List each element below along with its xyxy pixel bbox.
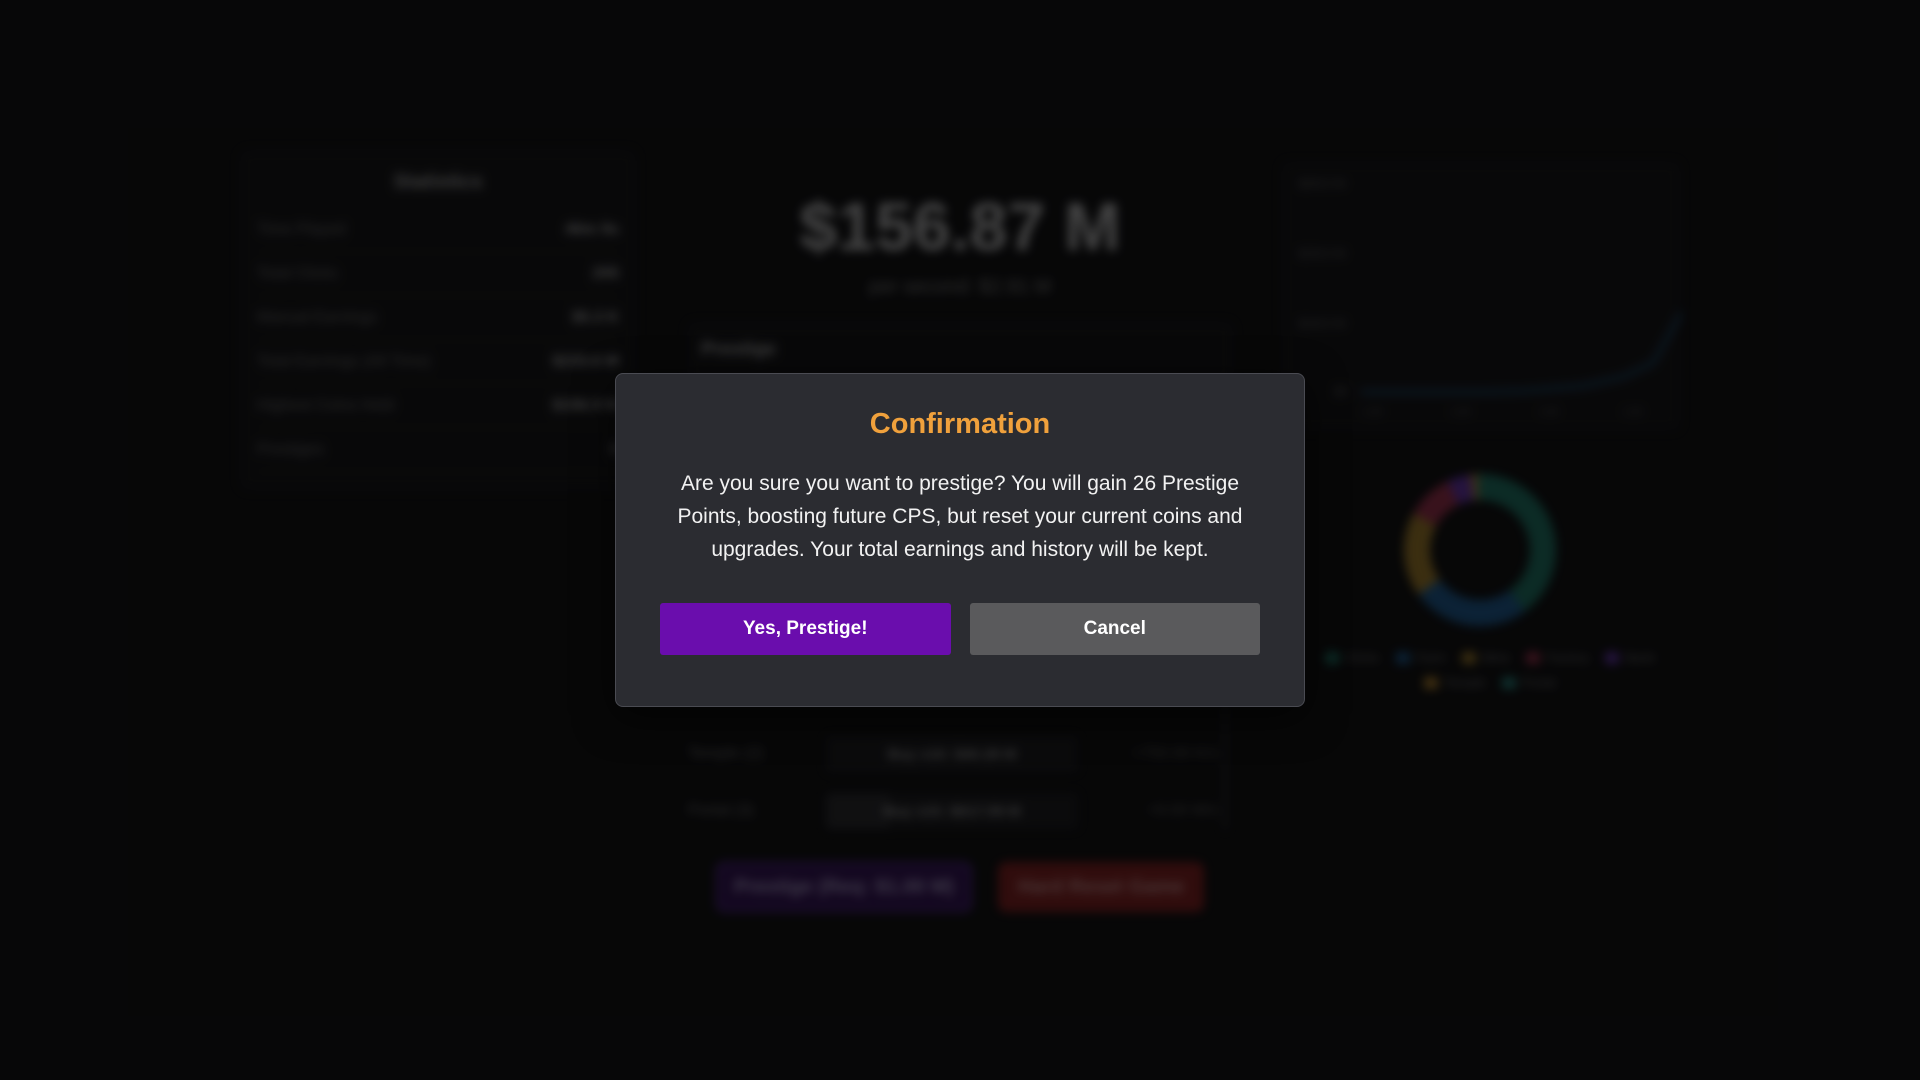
- cancel-button[interactable]: Cancel: [969, 603, 1260, 655]
- dialog-title: Confirmation: [869, 408, 1051, 440]
- dialog-message: Are you sure you want to prestige? You w…: [677, 472, 1243, 561]
- confirm-prestige-button[interactable]: Yes, Prestige!: [660, 603, 951, 655]
- dialog-actions: Yes, Prestige! Cancel: [660, 603, 1260, 655]
- confirmation-dialog: Confirmation Are you sure you want to pr…: [615, 373, 1305, 707]
